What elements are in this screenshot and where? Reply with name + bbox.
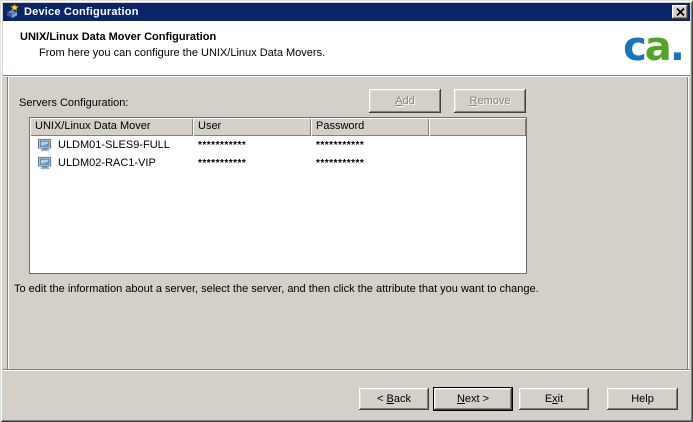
add-button-mnemonic: A [395,95,403,107]
window-title: Device Configuration [24,6,139,18]
data-mover-listview: UNIX/Linux Data Mover User Password ULDM… [29,117,527,274]
server-name-cell[interactable]: ULDM01-SLES9-FULL [30,138,193,152]
server-name-cell[interactable]: ULDM02-RAC1-VIP [30,156,193,170]
remove-button[interactable]: Remove [454,89,526,113]
server-name: ULDM02-RAC1-VIP [58,157,156,169]
computer-icon [38,156,52,170]
next-button-mnemonic: N [456,393,465,405]
ca-logo: ca. [623,24,685,70]
footer-separator [3,369,690,371]
edit-hint-text: To edit the information about a server, … [14,283,539,295]
servers-configuration-label: Servers Configuration: [19,97,129,109]
help-button-label: Help [631,393,654,405]
help-button[interactable]: Help [607,388,678,410]
next-button[interactable]: Next > [433,387,513,411]
computer-icon [38,138,52,152]
page-title: UNIX/Linux Data Mover Configuration [20,31,217,43]
device-configuration-dialog: Device Configuration UNIX/Linux Data Mov… [0,0,693,422]
ca-logo-a: a [644,24,672,70]
back-button-label: ack [393,393,411,405]
page-subtitle: From here you can configure the UNIX/Lin… [39,47,326,59]
add-button[interactable]: Add [369,89,441,113]
remove-button-label: emove [477,95,511,107]
column-header-user[interactable]: User [193,118,311,136]
title-bar[interactable]: Device Configuration [3,3,690,21]
wizard-header: UNIX/Linux Data Mover Configuration From… [3,21,690,75]
next-button-label: ext > [464,393,490,405]
password-cell[interactable]: *********** [311,158,429,169]
ca-logo-dot: . [669,24,685,70]
exit-button-label: it [557,393,564,405]
table-row[interactable]: ULDM01-SLES9-FULL *********** **********… [30,136,526,154]
content-frame-left [7,77,9,369]
back-button[interactable]: < Back [359,388,429,410]
column-header-password[interactable]: Password [311,118,429,136]
back-button-mnemonic: B [386,393,394,405]
column-header-empty[interactable] [429,118,526,136]
add-button-label: dd [402,95,415,107]
user-cell[interactable]: *********** [193,158,311,169]
back-button-pre: < [377,393,387,405]
close-icon [675,8,685,16]
password-cell[interactable]: *********** [311,140,429,151]
server-name: ULDM01-SLES9-FULL [58,139,170,151]
user-cell[interactable]: *********** [193,140,311,151]
window-icon [6,4,19,18]
ca-logo-c: c [623,24,647,70]
column-header-data-mover[interactable]: UNIX/Linux Data Mover [30,118,193,136]
table-row[interactable]: ULDM02-RAC1-VIP *********** *********** [30,154,526,172]
close-button[interactable] [672,5,688,19]
content-frame-right [687,77,689,369]
listview-header: UNIX/Linux Data Mover User Password [30,118,526,136]
exit-button[interactable]: Exit [519,388,589,410]
